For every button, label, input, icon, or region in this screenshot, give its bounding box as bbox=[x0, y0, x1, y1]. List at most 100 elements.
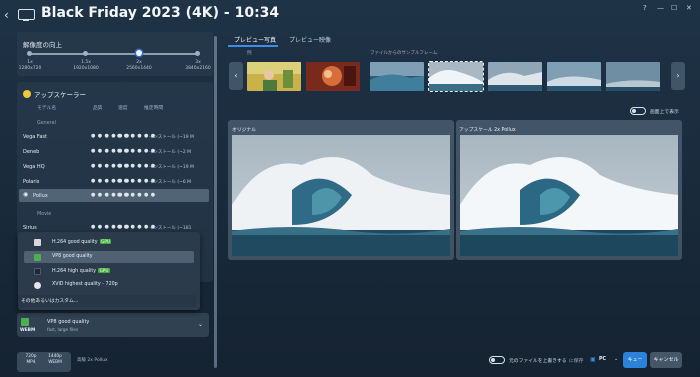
close-button[interactable]: ✕ bbox=[686, 4, 692, 12]
resolution-slider[interactable] bbox=[29, 53, 199, 55]
upscaled-label: アップスケール 2x Pollux bbox=[459, 128, 516, 133]
resolution-mult: 1x bbox=[27, 60, 33, 65]
thumbnail-image bbox=[547, 62, 601, 91]
resolution-stop-1-5x[interactable] bbox=[83, 50, 88, 56]
resolution-value: 2560x1440 bbox=[126, 66, 152, 71]
install-link[interactable]: インストール (~19 M bbox=[149, 164, 194, 170]
resolution-title: 解像度の向上 bbox=[23, 41, 62, 49]
install-link[interactable]: インストール (~19 M bbox=[149, 134, 194, 140]
overwrite-label: 元のファイルを上書きする bbox=[509, 359, 567, 364]
thumbnail-example-2[interactable] bbox=[306, 62, 360, 91]
thumbnail-image bbox=[370, 62, 424, 91]
eye-icon: ◉ bbox=[23, 190, 29, 198]
encoder-option-label: VP8 good quality bbox=[52, 254, 93, 259]
encoder-option-label: XViD highest quality - 720p bbox=[52, 282, 118, 287]
thumbnail-sample-3[interactable] bbox=[547, 62, 601, 91]
model-name: Vega HQ bbox=[23, 163, 45, 170]
model-row-selected[interactable]: ◉ Pollux ● ● ● ● ● ● ● ● ● ● ● ● bbox=[19, 189, 209, 202]
settings-panel: 解像度の向上 1x 1.5x 2x 3x 1280x720 1920x1080 … bbox=[17, 32, 213, 374]
chevron-down-icon[interactable]: ⌄ bbox=[198, 321, 203, 328]
model-name: Deneb bbox=[23, 148, 40, 155]
fullscreen-toggle[interactable] bbox=[630, 107, 646, 115]
thumbnail-image bbox=[247, 62, 301, 91]
xvid-icon bbox=[34, 281, 41, 289]
save-target-select[interactable]: PC bbox=[599, 357, 606, 362]
chevron-down-icon[interactable]: ⌄ bbox=[614, 356, 618, 362]
examples-label: 例 bbox=[247, 51, 252, 56]
encoder-option[interactable]: H.264 good quality GPU bbox=[24, 236, 194, 248]
resolution-mult: 1.5x bbox=[81, 60, 91, 65]
resolution-value: 3840x2160 bbox=[185, 66, 211, 71]
resolution-stop-1x[interactable] bbox=[27, 50, 32, 56]
column-model: モデル名 bbox=[37, 106, 57, 111]
input-container: MP4 bbox=[26, 359, 36, 365]
encoder-option[interactable]: H.264 high quality GPU bbox=[24, 265, 194, 277]
tab-active-indicator bbox=[228, 45, 278, 47]
left-scrollbar[interactable] bbox=[214, 36, 217, 368]
install-link[interactable]: インストール (~2 M bbox=[149, 149, 191, 155]
tv-icon bbox=[18, 9, 35, 21]
thumbnail-sample-2[interactable] bbox=[488, 62, 542, 91]
resolution-mult: 2x bbox=[136, 60, 142, 65]
model-row[interactable]: Deneb ● ● ● ● ● ● ● ● ● ● ● ● インストール (~2… bbox=[19, 146, 209, 157]
speed-dots: ● ● ● ● ● ● bbox=[117, 192, 156, 198]
thumb-prev-button[interactable]: ‹ bbox=[229, 62, 243, 90]
thumbnail-image bbox=[306, 62, 360, 91]
back-icon[interactable]: ‹ bbox=[4, 8, 9, 22]
encoder-select[interactable] bbox=[17, 313, 209, 337]
thumbnail-image bbox=[606, 62, 660, 91]
thumbnail-sample-selected[interactable] bbox=[428, 61, 484, 92]
gpu-badge: GPU bbox=[99, 239, 112, 244]
gpu-badge: GPU bbox=[98, 268, 110, 273]
model-row[interactable]: Vega Fast ● ● ● ● ● ● ● ● ● ● ● ● インストール… bbox=[19, 131, 209, 142]
thumbnail-sample-1[interactable] bbox=[370, 62, 424, 91]
pc-icon: ▣ bbox=[590, 356, 596, 363]
output-format: 1440p WEBM bbox=[43, 354, 67, 365]
help-icon[interactable]: ? bbox=[643, 4, 647, 12]
group-general: General bbox=[37, 121, 56, 126]
encoder-name: VP8 good quality bbox=[47, 319, 90, 325]
sample-frames-label: ファイルからのサンプルフレーム bbox=[370, 51, 438, 56]
resolution-stop-2x[interactable] bbox=[136, 50, 142, 56]
minimize-button[interactable]: — bbox=[657, 4, 664, 12]
overwrite-toggle[interactable] bbox=[489, 356, 505, 364]
thumbnail-example-1[interactable] bbox=[247, 62, 301, 91]
webm-icon bbox=[21, 318, 29, 326]
original-image bbox=[232, 135, 450, 256]
encoder-subtitle: fast, large files bbox=[47, 327, 79, 332]
resolution-value: 1280x720 bbox=[18, 66, 42, 71]
tab-preview-video[interactable]: プレビュー映像 bbox=[289, 35, 331, 44]
model-row[interactable]: Vega HQ ● ● ● ● ● ● ● ● ● ● ● ● インストール (… bbox=[19, 161, 209, 172]
queue-button[interactable]: キュー bbox=[623, 352, 647, 368]
thumb-next-button[interactable]: › bbox=[671, 62, 685, 90]
encoder-option[interactable]: XViD highest quality - 720p bbox=[24, 279, 194, 291]
thumbnail-image bbox=[429, 62, 483, 91]
title-bar: ‹ Black Friday 2023 (4K) - 10:34 ? — ☐ ✕ bbox=[0, 0, 700, 30]
save-to-label: に保存 bbox=[569, 359, 584, 364]
sparkle-icon bbox=[23, 90, 31, 98]
upscaler-title: アップスケーラー bbox=[34, 91, 86, 99]
install-link[interactable]: インストール (~181 bbox=[149, 225, 191, 231]
encoder-option-selected[interactable]: VP8 good quality bbox=[24, 251, 194, 263]
resolution-value: 1920x1080 bbox=[73, 66, 99, 71]
cancel-button[interactable]: キャンセル bbox=[650, 352, 682, 368]
resolution-stop-3x[interactable] bbox=[195, 50, 200, 56]
column-quality: 品質 bbox=[93, 106, 103, 111]
resolution-mult: 3x bbox=[195, 60, 201, 65]
group-movie: Movie bbox=[37, 212, 52, 217]
encoder-option-label: H.264 high quality bbox=[52, 269, 97, 274]
fullscreen-label: 画面上で表示 bbox=[650, 110, 679, 115]
tab-preview-photo[interactable]: プレビュー写真 bbox=[234, 35, 276, 44]
model-name: Pollux bbox=[33, 192, 48, 199]
encoder-option-label: H.264 good quality bbox=[52, 240, 98, 245]
maximize-button[interactable]: ☐ bbox=[671, 4, 677, 12]
upscaled-image bbox=[460, 135, 678, 256]
thumbnail-image bbox=[488, 62, 542, 91]
model-row[interactable]: Polaris ● ● ● ● ● ● ● ● ● ● ● ● インストール (… bbox=[19, 176, 209, 187]
model-name: Polaris bbox=[23, 178, 40, 185]
install-link[interactable]: インストール (~6 M bbox=[149, 179, 191, 185]
encoder-custom-label: その他あるいはカスタム... bbox=[21, 299, 79, 304]
model-name: Vega Fast bbox=[23, 133, 47, 140]
thumbnail-sample-4[interactable] bbox=[606, 62, 660, 91]
mp4-icon bbox=[34, 267, 41, 275]
